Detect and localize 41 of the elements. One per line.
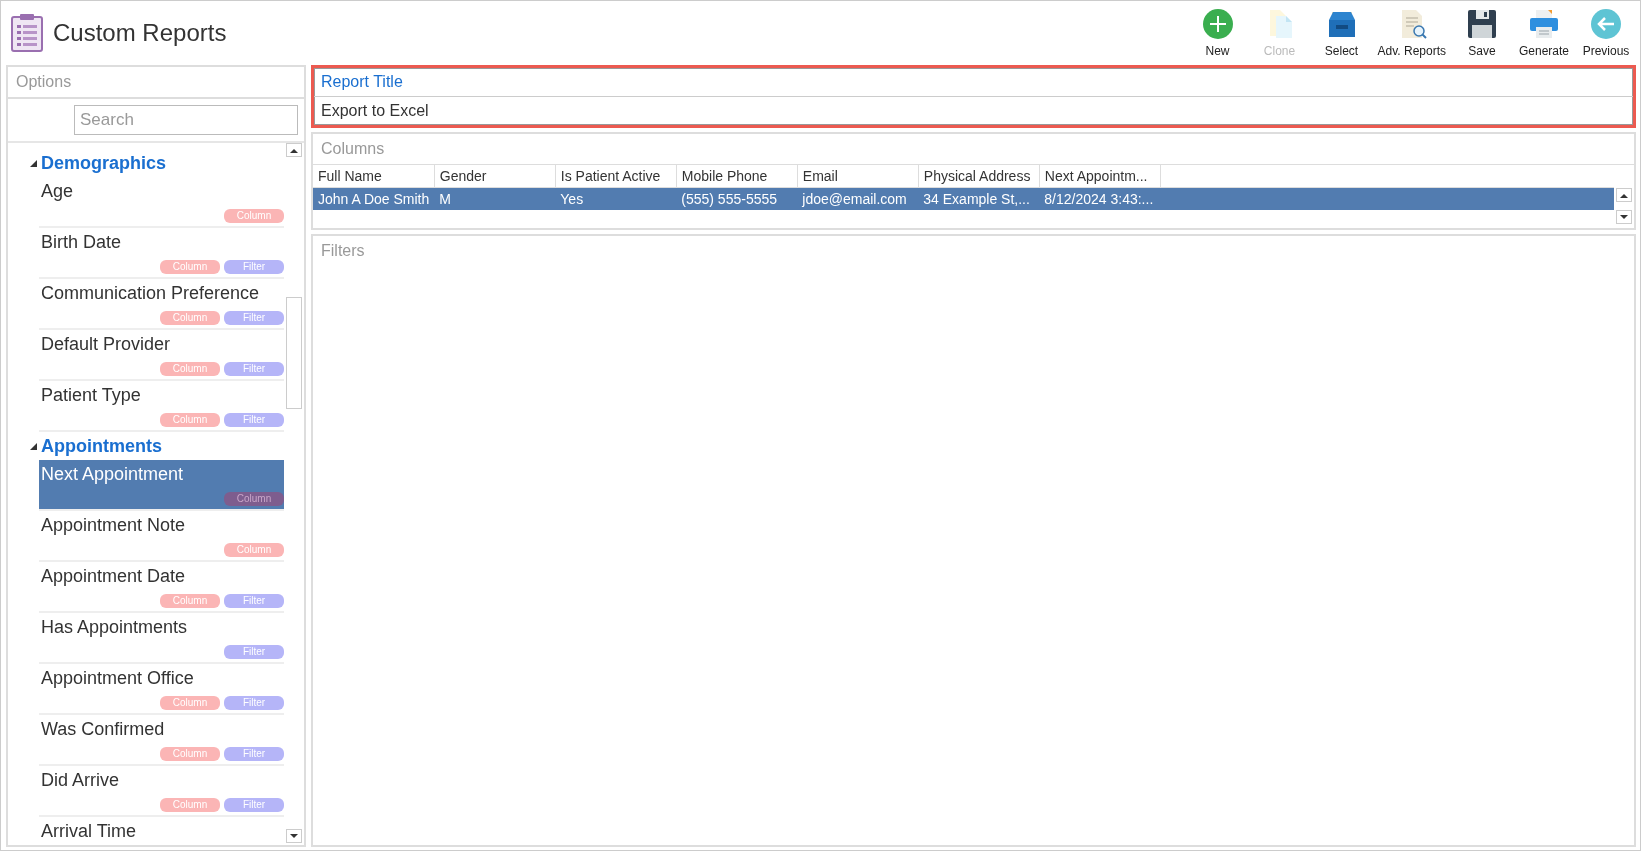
export-option[interactable]: Export to Excel bbox=[314, 97, 1633, 125]
panel-title: Options bbox=[8, 67, 304, 99]
table-cell: Yes bbox=[555, 187, 677, 219]
column-header[interactable]: Physical Address bbox=[918, 165, 1040, 188]
column-header[interactable]: Email bbox=[797, 165, 919, 188]
plus-icon bbox=[1201, 8, 1234, 40]
scrollbar[interactable] bbox=[286, 143, 302, 843]
toolbar-button[interactable]: Generate bbox=[1514, 4, 1574, 62]
column-header[interactable]: Gender bbox=[434, 165, 556, 188]
panel-title: Columns bbox=[320, 139, 386, 159]
report-title-field[interactable]: Report Title bbox=[314, 68, 1633, 97]
save-icon bbox=[1466, 8, 1498, 40]
table-cell: M bbox=[434, 187, 556, 219]
window-title: Custom Reports bbox=[53, 19, 227, 47]
toolbar-button[interactable]: Adv. Reports bbox=[1373, 4, 1450, 62]
column-header[interactable]: Full Name bbox=[313, 165, 435, 188]
option-item[interactable]: Appointment Note Column bbox=[39, 511, 284, 562]
toolbar-button[interactable]: Save bbox=[1452, 4, 1512, 62]
group-header: Demographics bbox=[41, 152, 167, 174]
table-cell: 34 Example St,... bbox=[918, 187, 1040, 219]
table-cell: (555) 555-5555 bbox=[676, 187, 798, 219]
column-header[interactable]: Is Patient Active bbox=[555, 165, 677, 188]
report-icon bbox=[11, 14, 43, 52]
table-cell: 8/12/2024 3:43:... bbox=[1039, 187, 1161, 219]
collapse-triangle-icon[interactable] bbox=[30, 159, 37, 167]
collapse-triangle-icon[interactable] bbox=[30, 442, 37, 450]
toolbar-button[interactable]: Previous bbox=[1576, 4, 1636, 62]
option-item[interactable]: Has Appointments Filter bbox=[39, 613, 284, 664]
toolbar-button[interactable]: New bbox=[1187, 4, 1248, 62]
option-item[interactable]: Arrival Time bbox=[39, 817, 284, 845]
table-cell: John A Doe Smith bbox=[313, 187, 435, 219]
group-header: Appointments bbox=[41, 435, 162, 457]
column-header[interactable]: Mobile Phone bbox=[676, 165, 798, 188]
search-field[interactable]: Search bbox=[74, 105, 298, 135]
table-cell: jdoe@email.com bbox=[797, 187, 919, 219]
toolbar-button[interactable]: Select bbox=[1311, 4, 1372, 62]
option-item[interactable]: Age Column bbox=[39, 177, 284, 228]
printer-icon bbox=[1528, 8, 1560, 40]
panel-title: Filters bbox=[320, 241, 366, 261]
column-header[interactable]: Next Appointm... bbox=[1039, 165, 1161, 188]
option-item[interactable]: Next Appointment Column bbox=[39, 460, 284, 511]
